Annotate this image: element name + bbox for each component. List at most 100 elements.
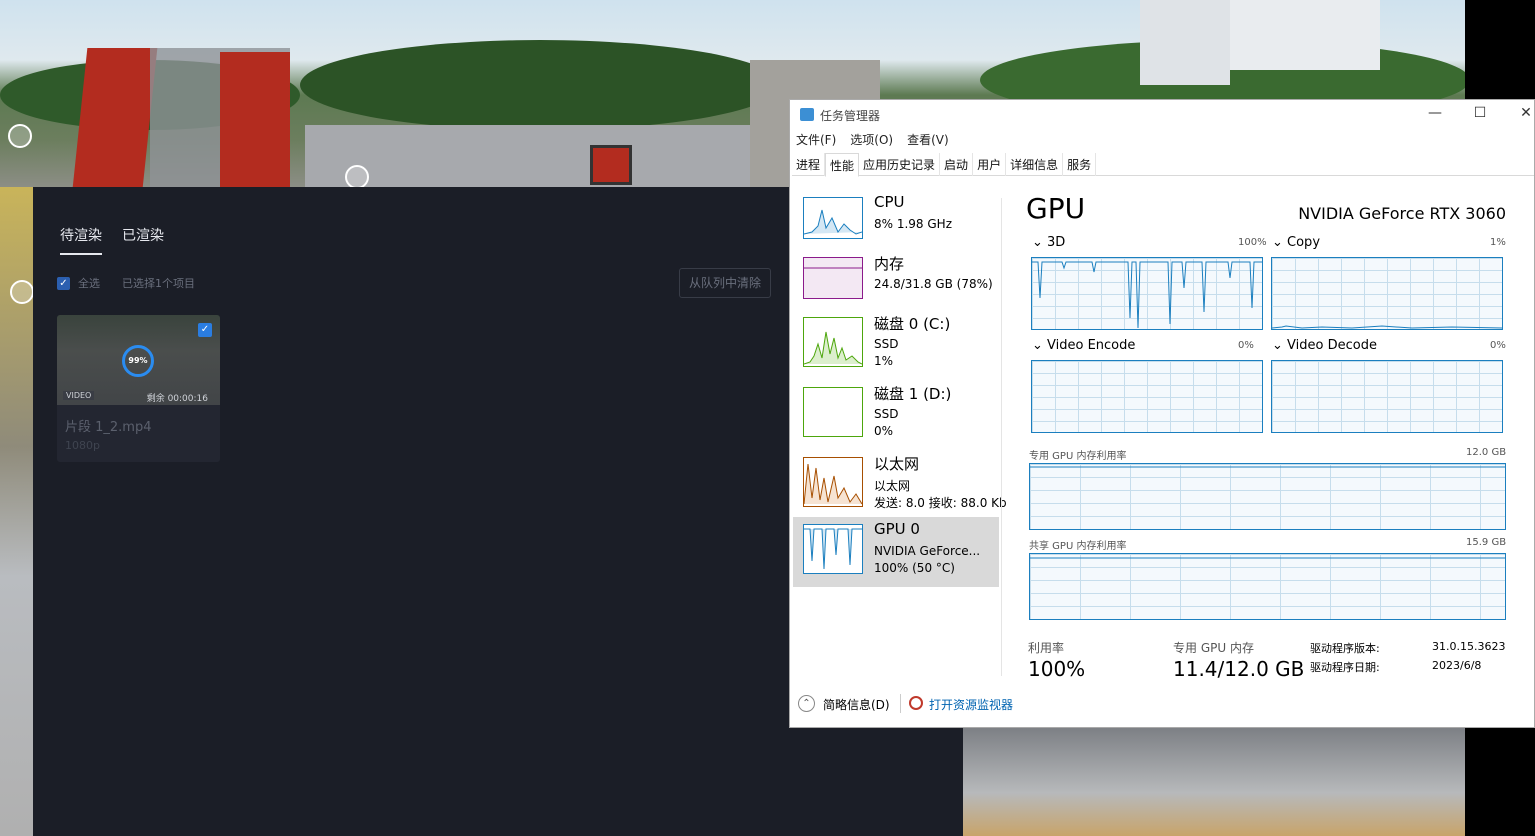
tower-building [1230, 0, 1380, 70]
render-item-card[interactable]: ✓ 99% VIDEO 剩余 00:00:16 片段 1_2.mp4 1080p [57, 315, 220, 462]
gray-wall [305, 125, 785, 187]
resource-usage: 1% [874, 354, 894, 368]
select-row: ✓ 全选 已选择1个项目 [57, 275, 195, 291]
footer-separator [900, 694, 901, 713]
menu-bar: 文件(F) 选项(O) 查看(V) [796, 131, 949, 148]
dedicated-mem-stat-value: 11.4/12.0 GB [1173, 657, 1305, 681]
ethernet-sparkline [803, 457, 863, 507]
shared-mem-max: 15.9 GB [1466, 537, 1507, 548]
hud-marker-icon [10, 280, 34, 304]
engine-label-video-encode: ⌄ Video Encode [1032, 338, 1136, 353]
video-badge: VIDEO [63, 391, 95, 400]
resource-detail: 以太网 [874, 479, 911, 493]
resource-ethernet[interactable]: 以太网 以太网 发送: 8.0 接收: 88.0 Kb [793, 450, 1007, 520]
engine-pct-3d: 100% [1238, 237, 1267, 248]
red-structure [220, 52, 290, 188]
panel-divider [1001, 198, 1002, 676]
menu-view[interactable]: 查看(V) [907, 131, 949, 148]
tab-pending[interactable]: 待渲染 [60, 225, 102, 255]
cpu-sparkline [803, 197, 863, 239]
window-title: 任务管理器 [820, 109, 881, 123]
resource-name: 磁盘 0 (C:) [874, 315, 951, 333]
gpu-model: NVIDIA GeForce RTX 3060 [1298, 204, 1506, 223]
driver-date: 2023/6/8 [1432, 659, 1482, 672]
resource-usage: 发送: 8.0 接收: 88.0 Kb [874, 496, 1007, 510]
tab-rendered[interactable]: 已渲染 [122, 225, 164, 255]
graph-video-decode [1271, 360, 1503, 433]
resource-name: 以太网 [874, 455, 920, 473]
tower-building [1140, 0, 1230, 85]
disk0-sparkline [803, 317, 863, 367]
tab-app-history[interactable]: 应用历史记录 [859, 153, 941, 176]
gpu-title: GPU [1026, 192, 1086, 225]
tab-details[interactable]: 详细信息 [1006, 153, 1064, 176]
resource-name: CPU [874, 193, 905, 211]
red-structure [72, 48, 158, 188]
chevron-up-icon[interactable]: ⌃ [798, 695, 815, 712]
engine-label-copy: ⌄ Copy [1272, 235, 1321, 250]
resource-disk0[interactable]: 磁盘 0 (C:) SSD 1% [793, 310, 999, 380]
tab-strip: 进程 性能 应用历史记录 启动 用户 详细信息 服务 [792, 153, 1534, 177]
hud-marker-icon [345, 165, 369, 189]
footer-bar: ⌃ 简略信息(D) 打开资源监视器 [790, 684, 1535, 729]
minimize-button[interactable]: — [1420, 105, 1450, 121]
resource-monitor-icon [909, 696, 923, 710]
task-manager-window: 任务管理器 — ☐ ✕ 文件(F) 选项(O) 查看(V) 进程 性能 应用历史… [789, 99, 1535, 728]
resource-disk1[interactable]: 磁盘 1 (D:) SSD 0% [793, 380, 999, 450]
dedicated-mem-max: 12.0 GB [1466, 447, 1507, 458]
clip-resolution: 1080p [65, 439, 100, 452]
engine-pct-video-encode: 0% [1238, 340, 1254, 351]
select-all-label[interactable]: 全选 [78, 275, 100, 291]
resource-usage: 100% (50 °C) [874, 561, 955, 575]
tab-processes[interactable]: 进程 [792, 153, 826, 176]
tab-users[interactable]: 用户 [973, 153, 1007, 176]
utilization-value: 100% [1028, 657, 1086, 681]
driver-version-label: 驱动程序版本: [1310, 642, 1380, 655]
close-button[interactable]: ✕ [1511, 105, 1535, 121]
driver-date-label: 驱动程序日期: [1310, 661, 1380, 674]
memory-sparkline [803, 257, 863, 299]
engine-label-3d: ⌄ 3D [1032, 235, 1066, 250]
clear-queue-button[interactable]: 从队列中清除 [679, 268, 771, 298]
selected-count: 已选择1个项目 [122, 277, 195, 290]
tree-line [300, 40, 780, 130]
engine-pct-copy: 1% [1490, 237, 1506, 248]
tab-startup[interactable]: 启动 [940, 153, 974, 176]
render-tabs: 待渲染 已渲染 [60, 225, 164, 255]
remaining-time: 剩余 00:00:16 [146, 394, 208, 404]
select-all-checkbox[interactable]: ✓ [57, 276, 70, 290]
resource-usage: 0% [874, 424, 894, 438]
resource-gpu0[interactable]: GPU 0 NVIDIA GeForce... 100% (50 °C) [793, 517, 999, 587]
title-bar[interactable]: 任务管理器 — ☐ ✕ [790, 100, 1535, 129]
progress-ring: 99% [122, 345, 154, 377]
menu-file[interactable]: 文件(F) [796, 131, 836, 148]
resource-name: 磁盘 1 (D:) [874, 385, 952, 403]
item-checkbox[interactable]: ✓ [198, 323, 212, 337]
resource-name: GPU 0 [874, 520, 920, 538]
brief-info-button[interactable]: 简略信息(D) [823, 696, 890, 713]
graph-3d [1031, 257, 1263, 330]
shared-mem-label: 共享 GPU 内存利用率 [1029, 541, 1127, 552]
maximize-button[interactable]: ☐ [1465, 105, 1495, 121]
clip-title: 片段 1_2.mp4 [65, 420, 152, 435]
open-resource-monitor-link[interactable]: 打开资源监视器 [929, 696, 1013, 713]
menu-options[interactable]: 选项(O) [850, 131, 893, 148]
resource-detail: 8% 1.98 GHz [874, 217, 953, 231]
graph-copy [1271, 257, 1503, 330]
utilization-label: 利用率 [1028, 641, 1065, 655]
resource-detail: SSD [874, 337, 899, 351]
graph-shared-memory [1029, 553, 1506, 620]
resource-detail: SSD [874, 407, 899, 421]
engine-pct-video-decode: 0% [1490, 340, 1506, 351]
dedicated-mem-label: 专用 GPU 内存利用率 [1029, 451, 1127, 462]
tab-services[interactable]: 服务 [1063, 153, 1097, 176]
red-window [590, 145, 632, 185]
resource-detail: 24.8/31.8 GB (78%) [874, 277, 993, 291]
graph-dedicated-memory [1029, 463, 1506, 530]
resource-detail: NVIDIA GeForce... [874, 544, 981, 558]
ground-area [963, 728, 1465, 836]
disk1-sparkline [803, 387, 863, 437]
dedicated-mem-stat-label: 专用 GPU 内存 [1173, 641, 1254, 655]
tab-performance[interactable]: 性能 [825, 153, 860, 177]
graph-video-encode [1031, 360, 1263, 433]
